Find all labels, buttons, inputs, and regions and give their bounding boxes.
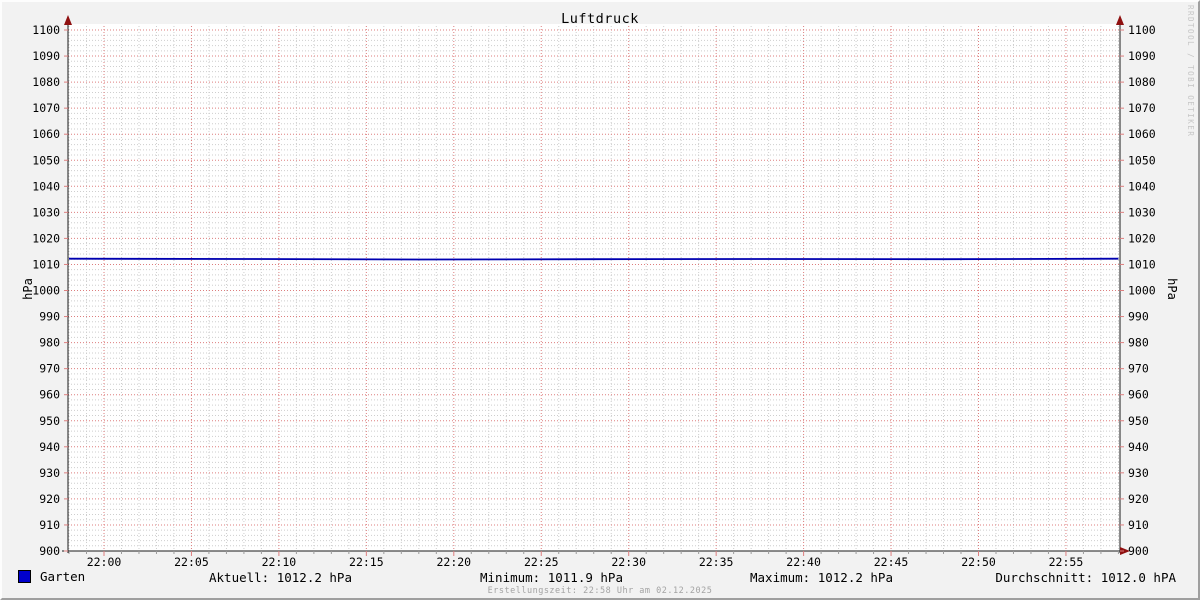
y-axis-tick-label-right: 1090 bbox=[1128, 49, 1156, 63]
y-axis-label-right: hPa bbox=[1165, 259, 1179, 319]
y-axis-tick-label-right: 1060 bbox=[1128, 127, 1156, 141]
series-line-garten bbox=[69, 259, 1118, 260]
x-axis-tick-label: 22:25 bbox=[524, 555, 559, 569]
series-name-label: Garten bbox=[40, 569, 85, 584]
stat-minimum: Minimum: 1011.9 hPa bbox=[480, 570, 623, 585]
y-axis-tick-label-left: 930 bbox=[39, 466, 60, 480]
x-axis-tick-label: 22:30 bbox=[611, 555, 646, 569]
y-axis-tick-label-left: 960 bbox=[39, 388, 60, 402]
y-axis-tick-label-right: 980 bbox=[1128, 336, 1149, 350]
y-axis-tick-label-right: 970 bbox=[1128, 362, 1149, 376]
y-axis-tick-label-right: 960 bbox=[1128, 388, 1149, 402]
x-axis-tick-label: 22:35 bbox=[699, 555, 734, 569]
x-axis-tick-label: 22:05 bbox=[174, 555, 209, 569]
y-axis-tick-label-left: 900 bbox=[39, 544, 60, 558]
y-axis-tick-label-right: 1010 bbox=[1128, 257, 1156, 271]
series-color-swatch bbox=[18, 570, 31, 583]
legend-series: Garten bbox=[18, 569, 85, 584]
y-axis-tick-label-right: 900 bbox=[1128, 544, 1149, 558]
y-axis-tick-label-right: 1040 bbox=[1128, 179, 1156, 193]
y-axis-tick-label-left: 1080 bbox=[32, 75, 60, 89]
y-axis-tick-label-left: 1000 bbox=[32, 284, 60, 298]
x-axis-tick-label: 22:45 bbox=[874, 555, 909, 569]
y-axis-tick-label-left: 1030 bbox=[32, 205, 60, 219]
y-axis-tick-label-right: 940 bbox=[1128, 440, 1149, 454]
y-axis-tick-label-left: 940 bbox=[39, 440, 60, 454]
chart-title: Luftdruck bbox=[2, 11, 1198, 27]
stat-durchschnitt: Durchschnitt: 1012.0 hPA bbox=[995, 570, 1176, 585]
rrdtool-watermark: RRDTOOL / TOBI OETIKER bbox=[1185, 5, 1195, 145]
y-axis-tick-label-left: 1050 bbox=[32, 153, 60, 167]
y-axis-tick-label-right: 1030 bbox=[1128, 205, 1156, 219]
y-axis-tick-label-right: 990 bbox=[1128, 310, 1149, 324]
x-axis-tick-label: 22:50 bbox=[961, 555, 996, 569]
y-axis-tick-label-left: 1040 bbox=[32, 179, 60, 193]
x-axis-tick-label: 22:40 bbox=[786, 555, 821, 569]
y-axis-tick-label-left: 980 bbox=[39, 336, 60, 350]
stat-maximum: Maximum: 1012.2 hPa bbox=[750, 570, 893, 585]
x-axis-tick-label: 22:20 bbox=[436, 555, 471, 569]
y-axis-tick-label-right: 1000 bbox=[1128, 284, 1156, 298]
x-axis-tick-label: 22:15 bbox=[349, 555, 384, 569]
y-axis-tick-label-right: 1050 bbox=[1128, 153, 1156, 167]
y-axis-tick-label-left: 970 bbox=[39, 362, 60, 376]
y-axis-label-left: hPa bbox=[21, 259, 35, 319]
y-axis-tick-label-right: 1070 bbox=[1128, 101, 1156, 115]
y-axis-tick-label-left: 920 bbox=[39, 492, 60, 506]
y-axis-tick-label-right: 950 bbox=[1128, 414, 1149, 428]
y-axis-tick-label-left: 950 bbox=[39, 414, 60, 428]
y-axis-tick-label-right: 1020 bbox=[1128, 231, 1156, 245]
x-axis-tick-label: 22:10 bbox=[262, 555, 297, 569]
y-axis-tick-label-right: 920 bbox=[1128, 492, 1149, 506]
y-axis-tick-label-left: 1010 bbox=[32, 257, 60, 271]
y-axis-tick-label-right: 1080 bbox=[1128, 75, 1156, 89]
graph-canvas: 1100110010901090108010801070107010601060… bbox=[0, 0, 1200, 600]
y-axis-tick-label-right: 930 bbox=[1128, 466, 1149, 480]
y-axis-tick-label-left: 1020 bbox=[32, 231, 60, 245]
y-axis-tick-label-left: 1070 bbox=[32, 101, 60, 115]
x-axis-tick-label: 22:00 bbox=[87, 555, 122, 569]
creation-timestamp: Erstellungszeit: 22:58 Uhr am 02.12.2025 bbox=[2, 586, 1198, 596]
x-axis-tick-label: 22:55 bbox=[1049, 555, 1084, 569]
pressure-chart: 1100110010901090108010801070107010601060… bbox=[2, 2, 1200, 600]
y-axis-tick-label-right: 910 bbox=[1128, 518, 1149, 532]
y-axis-tick-label-left: 990 bbox=[39, 310, 60, 324]
y-axis-tick-label-left: 1060 bbox=[32, 127, 60, 141]
y-axis-tick-label-left: 910 bbox=[39, 518, 60, 532]
y-axis-tick-label-left: 1090 bbox=[32, 49, 60, 63]
stat-aktuell: Aktuell: 1012.2 hPa bbox=[209, 570, 352, 585]
